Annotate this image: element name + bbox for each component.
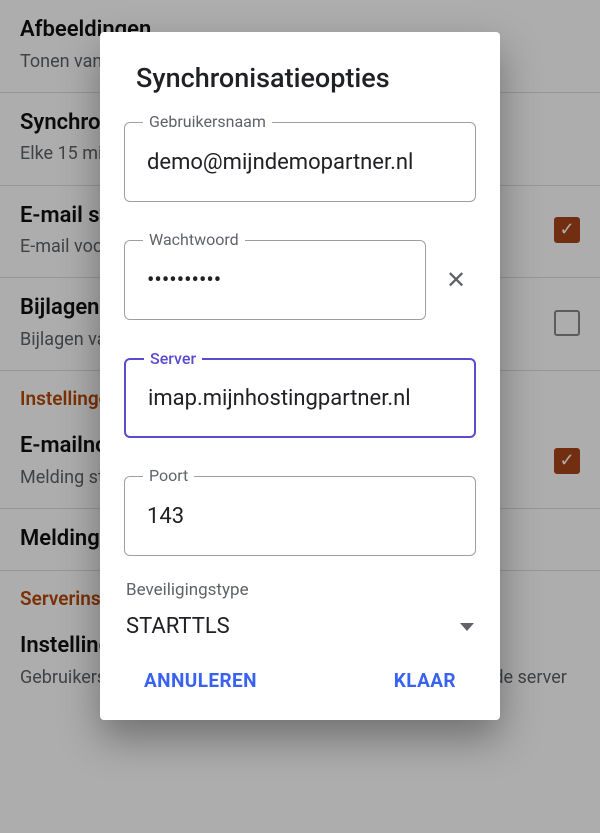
cancel-button[interactable]: ANNULEREN <box>144 669 257 692</box>
chevron-down-icon <box>460 623 474 631</box>
username-input[interactable] <box>147 150 453 175</box>
security-type-label: Beveiligingstype <box>126 580 476 600</box>
security-type-select[interactable]: STARTTLS <box>124 608 476 661</box>
username-label: Gebruikersnaam <box>143 112 272 131</box>
password-label: Wachtwoord <box>143 230 245 249</box>
port-label: Poort <box>143 466 194 485</box>
password-input[interactable] <box>147 268 403 293</box>
server-label: Server <box>144 349 202 368</box>
username-field-wrap[interactable]: Gebruikersnaam <box>124 122 476 202</box>
sync-options-dialog: Synchronisatieopties Gebruikersnaam Wach… <box>100 32 500 720</box>
password-field-wrap[interactable]: Wachtwoord <box>124 240 426 320</box>
dialog-title: Synchronisatieopties <box>136 62 476 94</box>
server-field-wrap[interactable]: Server <box>124 358 476 438</box>
done-button[interactable]: KLAAR <box>394 669 456 692</box>
clear-password-button[interactable]: ✕ <box>436 260 476 300</box>
server-input[interactable] <box>148 386 452 411</box>
port-field-wrap[interactable]: Poort <box>124 476 476 556</box>
dialog-actions: ANNULEREN KLAAR <box>124 661 476 702</box>
port-input[interactable] <box>147 504 453 529</box>
close-icon: ✕ <box>446 266 466 294</box>
security-type-value: STARTTLS <box>126 614 230 639</box>
